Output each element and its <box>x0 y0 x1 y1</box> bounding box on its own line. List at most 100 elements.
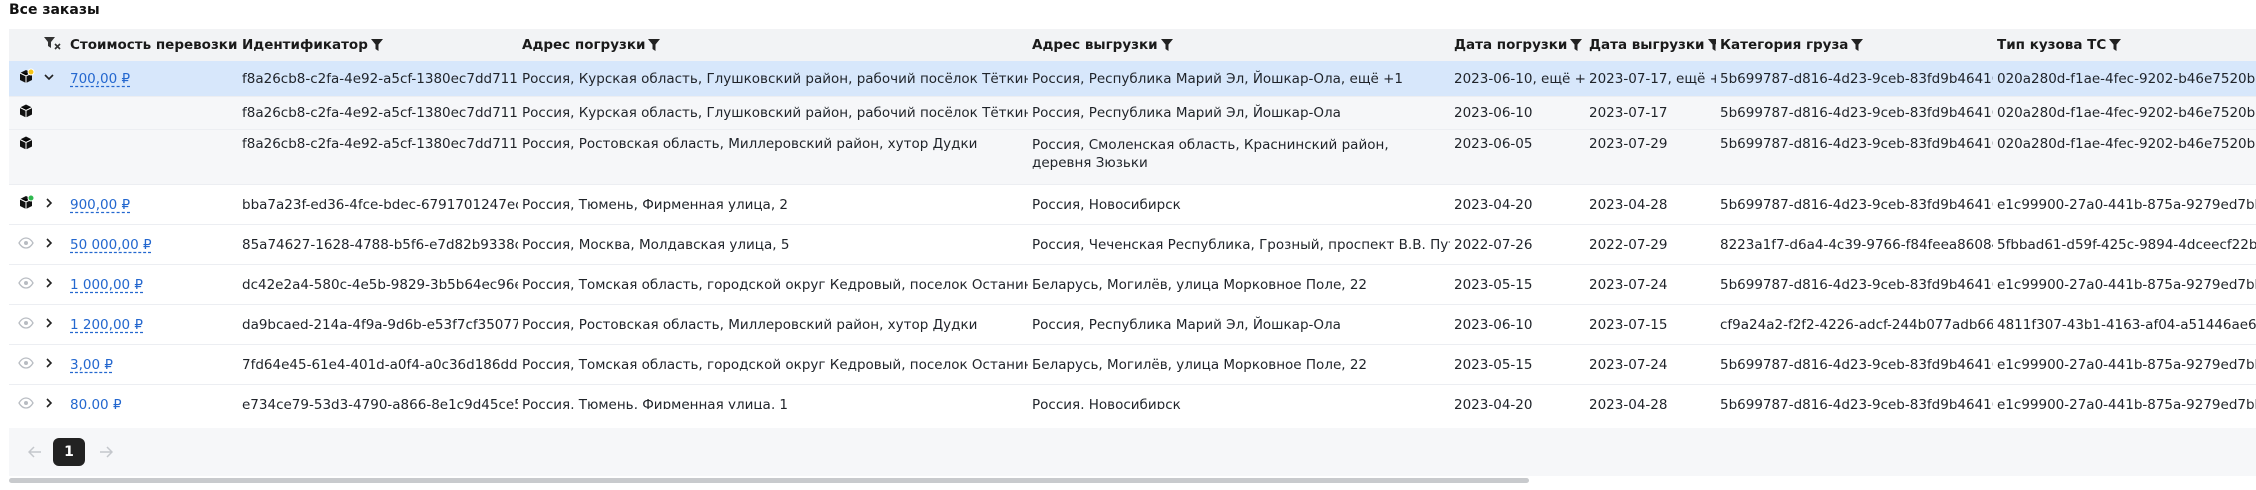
expand-toggle[interactable] <box>43 184 66 225</box>
table-header-row: Стоимость перевозки Идентификатор Адрес … <box>9 29 2256 61</box>
horizontal-scrollbar[interactable] <box>9 476 2256 484</box>
body-type-cell: e1c99900-27a0-441b-875a-9279ed7bb2 <box>1993 344 2256 385</box>
column-header-unload-date[interactable]: Дата выгрузки <box>1585 29 1716 61</box>
load-date-cell: 2023-06-10 <box>1450 96 1585 130</box>
filter-icon[interactable] <box>2109 39 2122 51</box>
chevron-right-icon[interactable] <box>43 397 55 409</box>
package-icon <box>19 104 33 118</box>
column-header-load-address[interactable]: Адрес погрузки <box>518 29 1028 61</box>
filter-icon[interactable] <box>648 39 661 51</box>
table-row[interactable]: 700,00 ₽ f8a26cb8-c2fa-4e92-a5cf-1380ec7… <box>9 61 2256 97</box>
cost-cell[interactable]: 1 000,00 ₽ <box>66 264 238 305</box>
cost-cell[interactable]: 700,00 ₽ <box>66 61 238 97</box>
chevron-right-icon[interactable] <box>43 237 55 249</box>
unload-address-cell: Россия, Новосибирск <box>1028 184 1450 225</box>
clear-filter-icon[interactable] <box>43 36 61 50</box>
column-header-body-type[interactable]: Тип кузова ТС <box>1993 29 2256 61</box>
table-row[interactable]: 50 000,00 ₽ 85a74627-1628-4788-b5f6-e7d8… <box>9 224 2256 265</box>
expand-toggle[interactable] <box>43 304 66 345</box>
arrow-left-icon[interactable] <box>28 446 42 458</box>
unload-date-cell: 2023-07-17 <box>1585 96 1716 130</box>
expand-toggle[interactable] <box>43 344 66 385</box>
body-type-cell: e1c99900-27a0-441b-875a-9279ed7bb2 <box>1993 384 2256 409</box>
column-header-unload-address[interactable]: Адрес выгрузки <box>1028 29 1450 61</box>
filter-icon[interactable] <box>1707 39 1716 51</box>
unload-address-cell: Россия, Республика Марий Эл, Йошкар-Ола <box>1028 96 1450 130</box>
id-cell: f8a26cb8-c2fa-4e92-a5cf-1380ec7dd711 <box>238 96 518 130</box>
cost-link[interactable]: 3,00 ₽ <box>70 357 113 373</box>
cost-link[interactable]: 700,00 ₽ <box>70 71 130 87</box>
orders-table: Стоимость перевозки Идентификатор Адрес … <box>9 29 2256 409</box>
cost-cell[interactable]: 50 000,00 ₽ <box>66 224 238 265</box>
cargo-category-cell: cf9a24a2-f2f2-4226-adcf-244b077adb66 <box>1716 304 1993 345</box>
table-row[interactable]: 3,00 ₽ 7fd64e45-61e4-401d-a0f4-a0c36d186… <box>9 344 2256 385</box>
expand-toggle[interactable] <box>43 384 66 409</box>
table-row-child[interactable]: f8a26cb8-c2fa-4e92-a5cf-1380ec7dd711 Рос… <box>9 96 2256 130</box>
unload-address-cell: Россия, Республика Марий Эл, Йошкар-Ола,… <box>1028 61 1450 97</box>
chevron-down-icon[interactable] <box>43 71 55 83</box>
chevron-right-icon[interactable] <box>43 357 55 369</box>
page-title: Все заказы <box>9 2 100 18</box>
unload-date-cell: 2023-07-17, ещё +1 <box>1585 61 1716 97</box>
chevron-right-icon[interactable] <box>43 197 55 209</box>
column-header-cost[interactable]: Стоимость перевозки <box>66 29 238 61</box>
cargo-category-cell: 5b699787-d816-4d23-9ceb-83fd9b46416e <box>1716 184 1993 225</box>
cost-cell[interactable]: 3,00 ₽ <box>66 344 238 385</box>
load-date-cell: 2023-05-15 <box>1450 344 1585 385</box>
clear-filters-button[interactable] <box>43 29 66 61</box>
package-badge-icon <box>19 68 35 83</box>
unload-date-cell: 2023-04-28 <box>1585 184 1716 225</box>
order-status-cell <box>9 184 43 225</box>
table-row[interactable]: 1 200,00 ₽ da9bcaed-214a-4f9a-9d6b-e53f7… <box>9 304 2256 345</box>
unload-date-cell: 2023-04-28 <box>1585 384 1716 409</box>
next-page-button[interactable] <box>90 438 122 466</box>
load-date-cell: 2023-05-15 <box>1450 264 1585 305</box>
table-row[interactable]: 1 000,00 ₽ dc42e2a4-580c-4e5b-9829-3b5b6… <box>9 264 2256 305</box>
table-row[interactable]: 80,00 ₽ e734ce79-53d3-4790-a866-8e1c9d45… <box>9 384 2256 410</box>
column-header-id[interactable]: Идентификатор <box>238 29 518 61</box>
expand-toggle[interactable] <box>43 224 66 265</box>
column-header-load-date[interactable]: Дата погрузки <box>1450 29 1585 61</box>
load-date-cell: 2023-04-20 <box>1450 184 1585 225</box>
cost-link[interactable]: 1 000,00 ₽ <box>70 277 143 293</box>
load-date-cell: 2023-06-05 <box>1450 129 1585 185</box>
page-button-current[interactable]: 1 <box>53 438 85 466</box>
table-row-child[interactable]: f8a26cb8-c2fa-4e92-a5cf-1380ec7dd711 Рос… <box>9 129 2256 185</box>
id-cell: 85a74627-1628-4788-b5f6-e7d82b9338c7 <box>238 224 518 265</box>
column-header-cargo-category[interactable]: Категория груза <box>1716 29 1993 61</box>
filter-icon[interactable] <box>1160 39 1173 51</box>
cost-cell[interactable]: 900,00 ₽ <box>66 184 238 225</box>
chevron-right-icon[interactable] <box>43 277 55 289</box>
header-icon-col <box>9 29 43 61</box>
cost-cell[interactable]: 80,00 ₽ <box>66 384 238 410</box>
chevron-right-icon[interactable] <box>43 317 55 329</box>
cargo-category-cell: 5b699787-d816-4d23-9ceb-83fd9b46416e <box>1716 96 1993 130</box>
load-address-cell: Россия, Москва, Молдавская улица, 5 <box>518 224 1028 265</box>
filter-icon[interactable] <box>1851 39 1864 51</box>
body-type-cell: 020a280d-f1ae-4fec-9202-b46e7520b9 <box>1993 96 2256 130</box>
cost-link[interactable]: 900,00 ₽ <box>70 197 130 213</box>
load-address-cell: Россия, Курская область, Глушковский рай… <box>518 96 1028 130</box>
expand-toggle[interactable] <box>43 61 66 97</box>
load-date-cell: 2023-06-10, ещё +1 <box>1450 61 1585 97</box>
arrow-right-icon[interactable] <box>99 446 113 458</box>
load-date-cell: 2022-07-26 <box>1450 224 1585 265</box>
load-date-cell: 2023-04-20 <box>1450 384 1585 409</box>
scrollbar-thumb[interactable] <box>9 478 1529 483</box>
table-row[interactable]: 900,00 ₽ bba7a23f-ed36-4fce-bdec-6791701… <box>9 184 2256 225</box>
eye-icon <box>18 236 34 249</box>
filter-icon[interactable] <box>370 39 383 51</box>
cost-link[interactable]: 80,00 ₽ <box>70 397 122 410</box>
cost-cell[interactable]: 1 200,00 ₽ <box>66 304 238 345</box>
prev-page-button[interactable] <box>19 438 51 466</box>
unload-address-cell: Беларусь, Могилёв, улица Морковное Поле,… <box>1028 264 1450 305</box>
filter-icon[interactable] <box>1570 39 1583 51</box>
cargo-category-cell: 5b699787-d816-4d23-9ceb-83fd9b46416e <box>1716 129 1993 185</box>
cost-link[interactable]: 50 000,00 ₽ <box>70 237 152 253</box>
load-address-cell: Россия, Курская область, Глушковский рай… <box>518 61 1028 97</box>
unload-address-cell: Россия, Республика Марий Эл, Йошкар-Ола <box>1028 304 1450 345</box>
id-cell: e734ce79-53d3-4790-a866-8e1c9d45ce58 <box>238 384 518 409</box>
expand-toggle[interactable] <box>43 264 66 305</box>
unload-date-cell: 2023-07-24 <box>1585 264 1716 305</box>
cost-link[interactable]: 1 200,00 ₽ <box>70 317 143 333</box>
